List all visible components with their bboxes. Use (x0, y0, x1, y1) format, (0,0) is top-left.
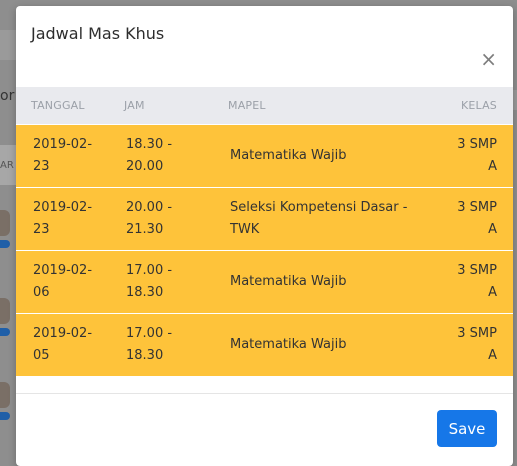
modal-title: Jadwal Mas Khus (31, 24, 165, 43)
cell-jam: 17.00 - 18.30 (126, 263, 173, 300)
background-avatar (0, 382, 10, 408)
column-header-tanggal: TANGGAL (31, 99, 85, 112)
table-row[interactable]: 2019-02- 06 17.00 - 18.30 Matematika Waj… (16, 250, 513, 313)
cell-kelas: 3 SMP A (457, 137, 497, 174)
cell-mapel: Seleksi Kompetensi Dasar - TWK (230, 200, 408, 237)
table-row[interactable]: 2019-02- 23 20.00 - 21.30 Seleksi Kompet… (16, 187, 513, 250)
background-badge (0, 412, 10, 420)
column-header-jam: JAM (124, 99, 145, 112)
cell-jam: 17.00 - 18.30 (126, 326, 173, 363)
cell-tanggal: 2019-02- 06 (33, 263, 93, 300)
schedule-table: TANGGAL JAM MAPEL KELAS 2019-02- 23 18.3… (16, 87, 513, 376)
cell-tanggal: 2019-02- 23 (33, 200, 93, 237)
schedule-modal: Jadwal Mas Khus × TANGGAL JAM MAPEL KELA… (16, 6, 513, 466)
save-button[interactable]: Save (437, 410, 497, 447)
background-badge (0, 240, 10, 248)
cell-jam: 18.30 - 20.00 (126, 137, 173, 174)
cell-mapel: Matematika Wajib (230, 337, 347, 352)
cell-kelas: 3 SMP A (457, 200, 497, 237)
background-label-fragment: AR (0, 160, 14, 171)
cell-mapel: Matematika Wajib (230, 148, 347, 163)
modal-header: Jadwal Mas Khus × (16, 6, 513, 87)
close-icon[interactable]: × (480, 49, 497, 69)
background-avatar (0, 210, 10, 236)
background-badge (0, 328, 10, 336)
cell-tanggal: 2019-02- 05 (33, 326, 93, 363)
background-text-fragment: or (0, 88, 15, 104)
background-panel (0, 30, 16, 60)
cell-kelas: 3 SMP A (457, 263, 497, 300)
column-header-kelas: KELAS (460, 99, 497, 112)
background-avatar (0, 298, 10, 324)
cell-mapel: Matematika Wajib (230, 274, 347, 289)
cell-kelas: 3 SMP A (457, 326, 497, 363)
cell-jam: 20.00 - 21.30 (126, 200, 173, 237)
table-row[interactable]: 2019-02- 05 17.00 - 18.30 Matematika Waj… (16, 313, 513, 376)
modal-footer-divider (16, 393, 513, 394)
table-row[interactable]: 2019-02- 23 18.30 - 20.00 Matematika Waj… (16, 124, 513, 187)
cell-tanggal: 2019-02- 23 (33, 137, 93, 174)
table-header: TANGGAL JAM MAPEL KELAS (16, 87, 513, 124)
column-header-mapel: MAPEL (228, 99, 266, 112)
